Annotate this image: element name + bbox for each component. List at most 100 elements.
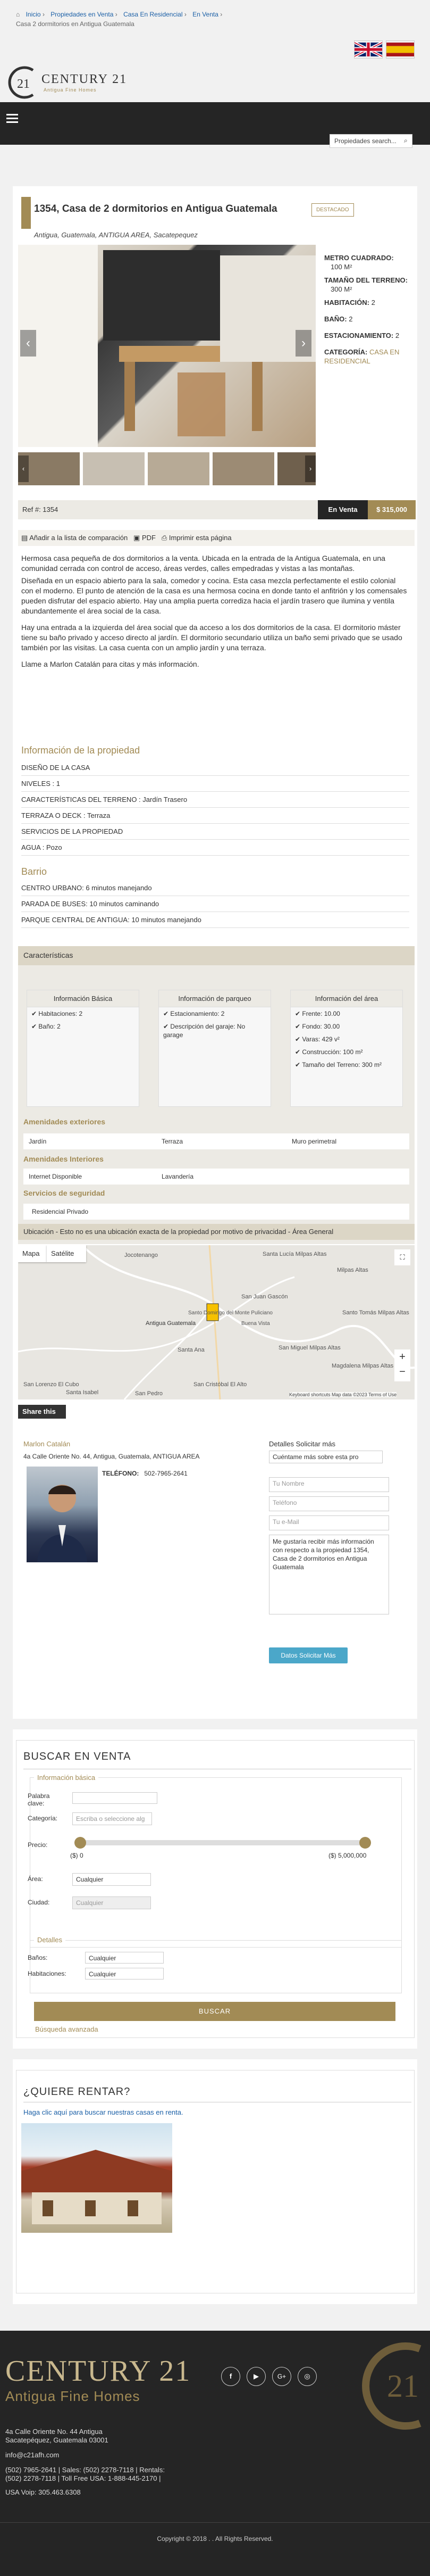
gallery-next-button[interactable]: › bbox=[296, 330, 311, 357]
spec-label: TAMAÑO DEL TERRENO: bbox=[324, 276, 408, 284]
thumbs-next-button[interactable]: › bbox=[305, 455, 316, 482]
main-photo[interactable] bbox=[18, 245, 316, 447]
info-row: AGUA : Pozo bbox=[21, 840, 409, 856]
check-icon: ✔ bbox=[31, 1023, 37, 1030]
footer-logo-icon: 21 bbox=[362, 2342, 421, 2430]
agent-photo bbox=[27, 1467, 98, 1562]
barrio-row: CENTRO URBANO: 6 minutos manejando bbox=[21, 880, 409, 896]
rooms-select[interactable]: Cualquier bbox=[85, 1968, 164, 1979]
share-button[interactable]: Share this bbox=[18, 1405, 66, 1419]
breadcrumb-sale[interactable]: Propiedades en Venta bbox=[50, 11, 113, 18]
keyword-label: Palabra clave: bbox=[28, 1792, 50, 1807]
info-row: DISEÑO DE LA CASA bbox=[21, 760, 409, 776]
search-details-fieldset bbox=[30, 1940, 402, 1993]
feature-column-title: Información de parqueo bbox=[159, 990, 271, 1007]
svg-text:Santo Domingo del Monte Pulici: Santo Domingo del Monte Puliciano bbox=[188, 1310, 273, 1316]
rent-photo[interactable] bbox=[21, 2123, 172, 2233]
spec-value: 2 bbox=[371, 299, 375, 307]
spec-label: BAÑO: bbox=[324, 315, 347, 323]
zoom-control[interactable]: + − bbox=[394, 1349, 410, 1381]
info-row: SERVICIOS DE LA PROPIEDAD bbox=[21, 824, 409, 840]
price-min-handle[interactable] bbox=[74, 1837, 86, 1849]
uk-flag-icon[interactable] bbox=[354, 40, 383, 59]
featured-badge: DESTACADO bbox=[311, 203, 354, 217]
spain-flag-icon[interactable] bbox=[386, 40, 415, 59]
menu-icon[interactable] bbox=[6, 114, 18, 123]
amenities-heading: Amenidades Interiores bbox=[23, 1155, 104, 1163]
location-note: Ubicación - Esto no es una ubicación exa… bbox=[18, 1224, 415, 1240]
baths-select[interactable]: Cualquier bbox=[85, 1952, 164, 1964]
category-input[interactable]: Escriba o seleccione alg bbox=[72, 1812, 152, 1825]
contact-submit-button[interactable]: Datos Solicitar Más bbox=[269, 1647, 348, 1663]
svg-text:Santa Ana: Santa Ana bbox=[178, 1347, 205, 1353]
instagram-icon[interactable]: ◎ bbox=[298, 2367, 317, 2386]
check-icon: ✔ bbox=[163, 1023, 169, 1030]
spec-label: METRO CUADRADO: bbox=[324, 254, 394, 262]
check-icon: ✔ bbox=[295, 1010, 301, 1017]
print-link[interactable]: Imprimir esta página bbox=[169, 534, 232, 542]
map[interactable]: Jocotenango Santa Lucía Milpas Altas Ant… bbox=[18, 1245, 415, 1399]
contact-phone-input[interactable]: Teléfono bbox=[269, 1496, 389, 1511]
price-slider[interactable] bbox=[78, 1840, 365, 1845]
svg-text:San Miguel Milpas Altas: San Miguel Milpas Altas bbox=[279, 1345, 341, 1351]
area-select[interactable]: Cualquier bbox=[72, 1873, 151, 1886]
city-select[interactable]: Cualquier bbox=[72, 1896, 151, 1909]
amenities-heading: Amenidades exteriores bbox=[23, 1117, 106, 1126]
description: Hermosa casa pequeña de dos dormitorios … bbox=[21, 553, 409, 669]
search-icon[interactable]: ⌕ bbox=[404, 137, 408, 145]
century21-logo-icon[interactable]: 21 bbox=[5, 64, 37, 101]
footer-phone-1: (502) 7965-2641 | Sales: (502) 2278-7118… bbox=[5, 2466, 165, 2474]
amenities-row: Residencial Privado bbox=[23, 1204, 409, 1220]
pdf-link[interactable]: PDF bbox=[142, 534, 156, 542]
thumbnail[interactable] bbox=[148, 452, 209, 485]
barrio-row: PARQUE CENTRAL DE ANTIGUA: 10 minutos ma… bbox=[21, 912, 409, 928]
search-input[interactable]: Propiedades search... bbox=[330, 134, 412, 148]
thumbnail[interactable] bbox=[213, 452, 274, 485]
map-tab-map[interactable]: Mapa bbox=[18, 1245, 47, 1262]
facebook-icon[interactable]: f bbox=[221, 2367, 240, 2386]
compare-link[interactable]: Añadir a la lista de comparación bbox=[29, 534, 128, 542]
svg-text:San Cristóbal El Alto: San Cristóbal El Alto bbox=[193, 1381, 247, 1388]
check-icon: ✔ bbox=[295, 1023, 301, 1030]
svg-text:21: 21 bbox=[17, 77, 30, 91]
thumbnail[interactable] bbox=[83, 452, 145, 485]
status-badge: En Venta bbox=[318, 500, 368, 519]
svg-text:Santa Isabel: Santa Isabel bbox=[66, 1389, 98, 1396]
search-heading: BUSCAR EN VENTA bbox=[23, 1751, 131, 1762]
contact-message-textarea[interactable]: Me gustaría recibir más información con … bbox=[269, 1535, 389, 1614]
keyword-input[interactable] bbox=[72, 1792, 157, 1804]
youtube-icon[interactable]: ▶ bbox=[247, 2367, 266, 2386]
price-max: ($) 5,000,000 bbox=[328, 1852, 367, 1859]
check-icon: ✔ bbox=[295, 1048, 301, 1056]
brand-name: CENTURY 21 bbox=[41, 72, 128, 86]
spec-label: ESTACIONAMIENTO: bbox=[324, 332, 394, 339]
googleplus-icon[interactable]: G+ bbox=[272, 2367, 291, 2386]
price-max-handle[interactable] bbox=[359, 1837, 371, 1849]
info-row: NIVELES : 1 bbox=[21, 776, 409, 792]
breadcrumb-home[interactable]: Inicio bbox=[26, 11, 41, 18]
footer-sub: Antigua Fine Homes bbox=[5, 2388, 140, 2404]
contact-name-input[interactable]: Tu Nombre bbox=[269, 1477, 389, 1492]
specs-list: METRO CUADRADO: 100 M² TAMAÑO DEL TERRENO… bbox=[324, 253, 415, 366]
agent-phone: TELÉFONO: 502-7965-2641 bbox=[102, 1470, 188, 1477]
fullscreen-icon[interactable]: ⛶ bbox=[394, 1249, 410, 1265]
breadcrumb-category[interactable]: Casa En Residencial bbox=[123, 11, 182, 18]
contact-email-input[interactable]: Tu e-Mail bbox=[269, 1515, 389, 1530]
feature-column-title: Información Básica bbox=[27, 990, 139, 1007]
search-submit-button[interactable]: BUSCAR bbox=[34, 2002, 395, 2021]
advanced-search-link[interactable]: Búsqueda avanzada bbox=[35, 2025, 98, 2033]
footer-address-1: 4a Calle Oriente No. 44 Antigua bbox=[5, 2428, 103, 2436]
footer-email[interactable]: info@c21afh.com bbox=[5, 2451, 59, 2459]
breadcrumb-status[interactable]: En Venta bbox=[192, 11, 218, 18]
contact-subject-select[interactable]: Cuéntame más sobre esta pro bbox=[269, 1451, 383, 1463]
svg-text:Magdalena Milpas Altas: Magdalena Milpas Altas bbox=[332, 1363, 394, 1369]
thumbs-prev-button[interactable]: ‹ bbox=[18, 455, 29, 482]
agent-name[interactable]: Marlon Catalán bbox=[23, 1440, 70, 1448]
price-min: ($) 0 bbox=[70, 1852, 83, 1859]
gallery-prev-button[interactable]: ‹ bbox=[20, 330, 36, 357]
footer-copyright: Copyright © 2018 . . All Rights Reserved… bbox=[157, 2535, 273, 2542]
search-basic-legend: Información básica bbox=[34, 1774, 99, 1782]
rent-link[interactable]: Haga clic aquí para buscar nuestras casa… bbox=[23, 2108, 183, 2116]
map-tab-satellite[interactable]: Satélite bbox=[47, 1245, 86, 1262]
info-heading: Información de la propiedad bbox=[21, 745, 140, 756]
